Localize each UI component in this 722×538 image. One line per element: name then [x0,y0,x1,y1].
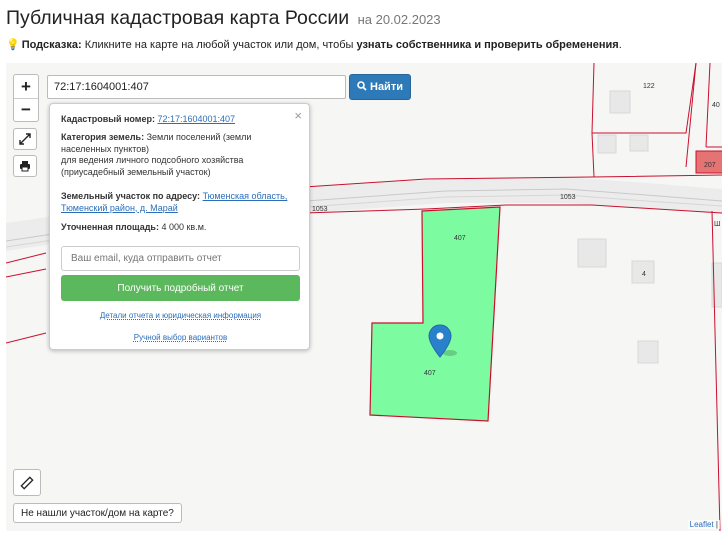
zoom-in-button[interactable]: + [14,75,38,98]
map-date: на 20.02.2023 [357,12,441,27]
app-window: Публичная кадастровая карта России на 20… [0,0,722,538]
search-icon [357,80,367,94]
not-found-button[interactable]: Не нашли участок/дом на карте? [13,503,182,523]
map-label-edge: Ш [714,221,720,228]
email-field[interactable] [61,246,300,271]
cad-number-link[interactable]: 72:17:1604001:407 [157,114,235,124]
cad-number-row: Кадастровый номер: 72:17:1604001:407 [61,114,296,126]
ruler-icon [20,475,34,490]
find-button[interactable]: Найти [349,74,411,100]
report-details-text: Детали отчета и юридическая информация [99,311,262,320]
road-boundary-left-top [6,252,47,264]
map-attribution: Leaflet | [687,520,720,529]
building-2 [597,134,617,154]
parcel-upper-lines [591,63,711,178]
address-row: Земельный участок по адресу: Тюменская о… [61,191,296,214]
print-button[interactable] [13,155,37,177]
area-row: Уточненная площадь: 4 000 кв.м. [61,222,296,234]
zoom-control: + − [13,74,39,122]
page-title: Публичная кадастровая карта России на 20… [6,7,441,30]
building-7 [629,134,649,152]
manual-selection-link[interactable]: Ручной выбор вариантов [50,333,311,342]
printer-icon [20,161,30,172]
expand-icon [19,133,31,145]
building-5 [637,340,659,364]
selected-parcel-407 [369,206,501,422]
get-report-button[interactable]: Получить подробный отчет [61,275,300,301]
cadastral-search-input[interactable] [47,75,346,99]
manual-selection-text: Ручной выбор вариантов [133,333,228,342]
leaflet-link[interactable]: Leaflet [690,520,714,529]
road-boundary-left-low [6,332,47,344]
land-category-row: Категория земель: Земли поселений (земли… [61,132,296,178]
parcel-right-boundary [711,210,721,531]
map-label-road-right: 1053 [560,194,576,201]
map-label-lot-207: 207 [704,162,716,169]
hint-bar: 💡 Подсказка: Кликните на карте на любой у… [6,38,622,51]
find-button-label: Найти [370,81,403,93]
parcel-122-boundary [591,63,697,134]
area-value: 4 000 кв.м. [161,222,207,232]
building-1 [609,90,631,114]
hint-end: . [618,39,622,51]
page-title-text: Публичная кадастровая карта России [6,7,350,29]
map-label-lot-40: 40 [712,102,720,109]
hint-text: Кликните на карте на любой участок или д… [81,39,357,51]
land-category-label: Категория земель: [61,132,145,142]
hint-bold-text: узнать собственника и проверить обремене… [356,39,619,51]
lightbulb-icon: 💡 [6,39,20,51]
building-3 [577,238,607,268]
address-label: Земельный участок по адресу: [61,191,201,201]
map-label-parcel-center: 407 [424,370,436,377]
fullscreen-button[interactable] [13,128,37,150]
land-usage-value: для ведения личного подсобного хозяйства… [61,155,244,177]
map-label-road-left: 1053 [312,206,328,213]
report-details-link[interactable]: Детали отчета и юридическая информация [50,311,311,320]
zoom-out-button[interactable]: − [14,98,38,121]
map-label-house-4: 4 [642,271,646,278]
area-label: Уточненная площадь: [61,222,159,232]
cad-number-label: Кадастровый номер: [61,114,155,124]
attribution-separator: | [713,520,718,529]
map-label-parcel-top: 407 [454,235,466,242]
hint-label: Подсказка: [21,39,82,51]
road-boundary-left-bottom [6,268,47,278]
map-label-lot-122: 122 [643,83,655,90]
measure-button[interactable] [13,469,41,496]
parcel-info-popup: × Кадастровый номер: 72:17:1604001:407 К… [49,103,310,350]
